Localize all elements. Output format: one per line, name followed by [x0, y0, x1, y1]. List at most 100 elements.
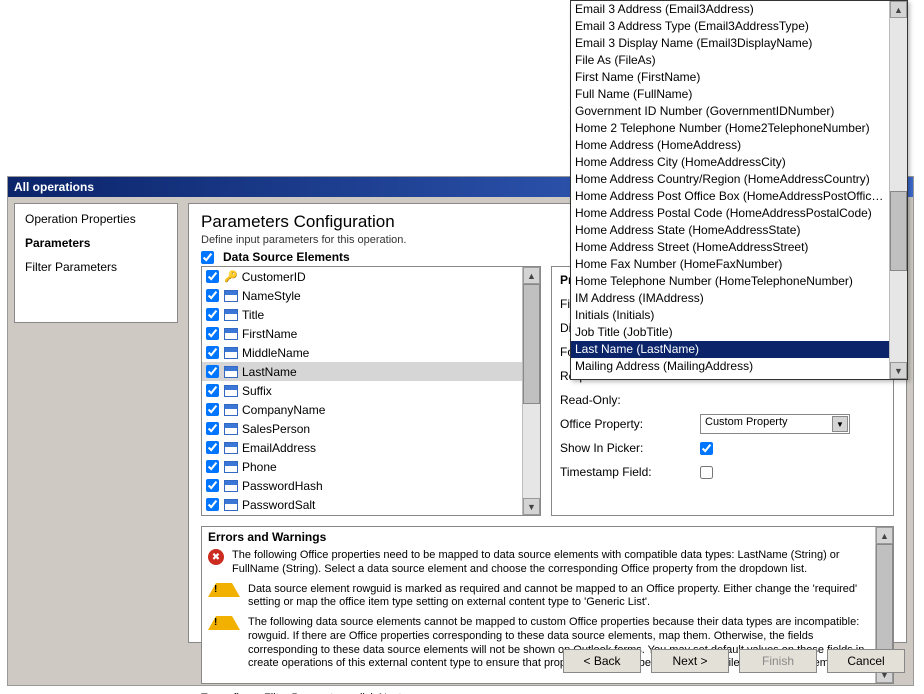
- nav-operation-properties[interactable]: Operation Properties: [25, 212, 167, 226]
- ds-element-row[interactable]: Suffix: [202, 381, 523, 400]
- ds-element-row[interactable]: EmailAddress: [202, 438, 523, 457]
- ds-element-checkbox[interactable]: [206, 403, 219, 416]
- office-property-combobox[interactable]: Custom Property ▼: [700, 414, 850, 434]
- scroll-up-button[interactable]: ▲: [876, 527, 893, 544]
- back-button[interactable]: < Back: [563, 649, 641, 673]
- warning-icon: [208, 616, 240, 630]
- ds-element-label: EmailAddress: [242, 441, 316, 455]
- field-icon: [224, 385, 238, 397]
- finish-button[interactable]: Finish: [739, 649, 817, 673]
- wizard-button-bar: < Back Next > Finish Cancel: [563, 649, 905, 677]
- ds-element-label: Suffix: [242, 384, 272, 398]
- error-icon: ✖: [208, 549, 224, 565]
- scroll-down-button[interactable]: ▼: [890, 362, 907, 379]
- nav-panel: Operation Properties Parameters Filter P…: [14, 203, 178, 323]
- dropdown-option[interactable]: Home 2 Telephone Number (Home2TelephoneN…: [571, 120, 890, 137]
- field-icon: [224, 499, 238, 511]
- field-icon: [224, 404, 238, 416]
- ds-element-row[interactable]: FirstName: [202, 324, 523, 343]
- chevron-down-icon[interactable]: ▼: [832, 416, 848, 432]
- ds-element-label: CustomerID: [242, 270, 306, 284]
- field-icon: [224, 347, 238, 359]
- ds-element-label: SalesPerson: [242, 422, 310, 436]
- ds-element-label: NameStyle: [242, 289, 301, 303]
- dropdown-option[interactable]: Home Address City (HomeAddressCity): [571, 154, 890, 171]
- ds-element-checkbox[interactable]: [206, 384, 219, 397]
- ds-element-checkbox[interactable]: [206, 422, 219, 435]
- ds-element-label: Title: [242, 308, 264, 322]
- ds-element-checkbox[interactable]: [206, 327, 219, 340]
- errors-title: Errors and Warnings: [202, 527, 893, 547]
- ds-element-checkbox[interactable]: [206, 441, 219, 454]
- cancel-button[interactable]: Cancel: [827, 649, 905, 673]
- scroll-thumb[interactable]: [523, 284, 540, 404]
- dropdown-option[interactable]: Home Fax Number (HomeFaxNumber): [571, 256, 890, 273]
- ds-element-checkbox[interactable]: [206, 365, 219, 378]
- dropdown-option[interactable]: Job Title (JobTitle): [571, 324, 890, 341]
- ds-element-row[interactable]: LastName: [202, 362, 523, 381]
- show-in-picker-checkbox[interactable]: [700, 442, 713, 455]
- ds-element-checkbox[interactable]: [206, 346, 219, 359]
- ds-element-row[interactable]: PasswordSalt: [202, 495, 523, 514]
- ds-elements-label: Data Source Elements: [223, 250, 350, 264]
- error-row: Data source element rowguid is marked as…: [208, 583, 871, 611]
- ds-element-row[interactable]: CompanyName: [202, 400, 523, 419]
- ds-element-row[interactable]: NameStyle: [202, 286, 523, 305]
- dropdown-option[interactable]: First Name (FirstName): [571, 69, 890, 86]
- dropdown-option[interactable]: Home Address Post Office Box (HomeAddres…: [571, 188, 890, 205]
- field-icon: [224, 309, 238, 321]
- dropdown-option[interactable]: Home Address State (HomeAddressState): [571, 222, 890, 239]
- ds-element-row[interactable]: Phone: [202, 457, 523, 476]
- scroll-thumb[interactable]: [890, 191, 907, 271]
- dropdown-option[interactable]: Email 3 Address Type (Email3AddressType): [571, 18, 890, 35]
- dropdown-option[interactable]: Mailing Address (MailingAddress): [571, 358, 890, 375]
- dropdown-option[interactable]: Last Name (LastName): [571, 341, 890, 358]
- dropdown-option[interactable]: Home Address Street (HomeAddressStreet): [571, 239, 890, 256]
- field-icon: [224, 480, 238, 492]
- ds-element-row[interactable]: 🔑CustomerID: [202, 267, 523, 286]
- ds-element-label: Phone: [242, 460, 277, 474]
- next-button[interactable]: Next >: [651, 649, 729, 673]
- scroll-down-button[interactable]: ▼: [523, 498, 540, 515]
- ds-element-row[interactable]: SalesPerson: [202, 419, 523, 438]
- dropdown-option[interactable]: Home Address Country/Region (HomeAddress…: [571, 171, 890, 188]
- dropdown-option[interactable]: Home Address Postal Code (HomeAddressPos…: [571, 205, 890, 222]
- nav-filter-parameters[interactable]: Filter Parameters: [25, 260, 167, 274]
- nav-parameters[interactable]: Parameters: [25, 236, 167, 250]
- dropdown-option[interactable]: Full Name (FullName): [571, 86, 890, 103]
- error-text: Data source element rowguid is marked as…: [248, 583, 871, 611]
- ds-element-checkbox[interactable]: [206, 289, 219, 302]
- ds-elements-master-checkbox[interactable]: [201, 251, 214, 264]
- dropdown-option[interactable]: Email 3 Address (Email3Address): [571, 1, 890, 18]
- scroll-up-button[interactable]: ▲: [523, 267, 540, 284]
- ds-element-checkbox[interactable]: [206, 270, 219, 283]
- dropdown-scrollbar[interactable]: ▲ ▼: [889, 1, 907, 379]
- dropdown-option[interactable]: Email 3 Display Name (Email3DisplayName): [571, 35, 890, 52]
- field-icon: [224, 461, 238, 473]
- field-icon: [224, 423, 238, 435]
- prop-label-office-property: Office Property:: [560, 417, 700, 431]
- scroll-thumb[interactable]: [876, 544, 893, 666]
- scroll-up-button[interactable]: ▲: [890, 1, 907, 18]
- ds-element-row[interactable]: MiddleName: [202, 343, 523, 362]
- ds-element-label: MiddleName: [242, 346, 309, 360]
- dropdown-option[interactable]: IM Address (IMAddress): [571, 290, 890, 307]
- office-property-value: Custom Property: [705, 416, 788, 428]
- dropdown-option[interactable]: Government ID Number (GovernmentIDNumber…: [571, 103, 890, 120]
- ds-element-checkbox[interactable]: [206, 479, 219, 492]
- dropdown-option[interactable]: Initials (Initials): [571, 307, 890, 324]
- dropdown-option[interactable]: File As (FileAs): [571, 52, 890, 69]
- ds-elements-scrollbar[interactable]: ▲ ▼: [522, 267, 540, 515]
- ds-element-checkbox[interactable]: [206, 498, 219, 511]
- prop-label-timestamp: Timestamp Field:: [560, 465, 700, 479]
- timestamp-checkbox[interactable]: [700, 466, 713, 479]
- ds-element-label: PasswordHash: [242, 479, 323, 493]
- dropdown-option[interactable]: Home Address (HomeAddress): [571, 137, 890, 154]
- ds-element-row[interactable]: PasswordHash: [202, 476, 523, 495]
- ds-element-row[interactable]: Title: [202, 305, 523, 324]
- ds-elements-listbox[interactable]: 🔑CustomerID NameStyle Title FirstName Middle…: [201, 266, 541, 516]
- office-property-dropdown[interactable]: Email 3 Address (Email3Address)Email 3 A…: [570, 0, 908, 380]
- dropdown-option[interactable]: Home Telephone Number (HomeTelephoneNumb…: [571, 273, 890, 290]
- ds-element-checkbox[interactable]: [206, 460, 219, 473]
- ds-element-checkbox[interactable]: [206, 308, 219, 321]
